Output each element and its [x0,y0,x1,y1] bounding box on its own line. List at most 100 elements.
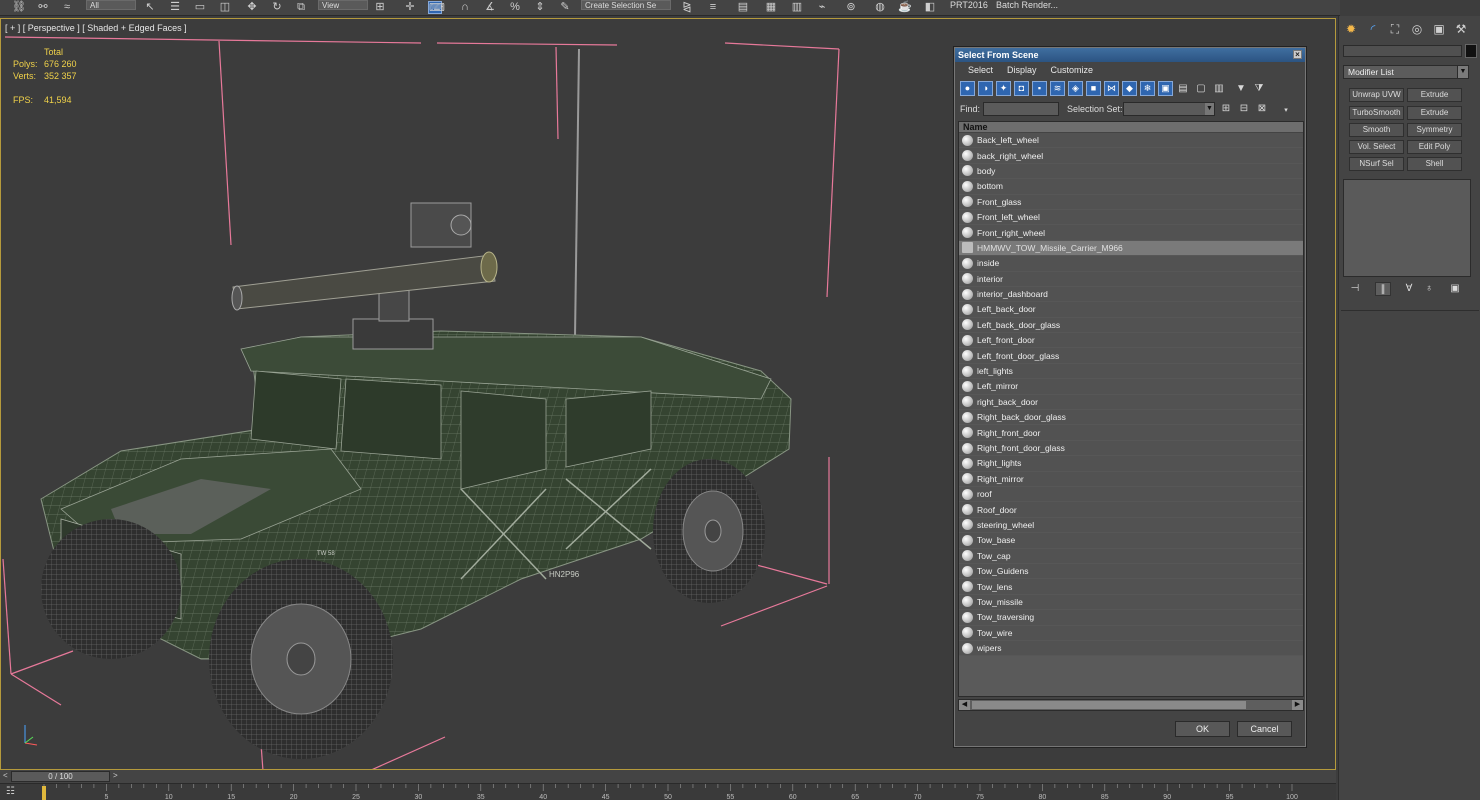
schematic-view-icon[interactable]: ⊚ [844,1,858,14]
material-editor-icon[interactable]: ◍ [873,1,887,14]
keyboard-shortcut-override-icon[interactable]: ⌨ [428,1,445,14]
list-item[interactable]: Tow_base [959,533,1303,549]
display-all-icon[interactable]: ▤ [1176,81,1190,96]
expand-options-icon[interactable]: ▾ [1279,103,1293,118]
window-crossing-icon[interactable]: ◫ [218,1,232,14]
modifier-vol-select-button[interactable]: Vol. Select [1349,140,1404,154]
list-item[interactable]: Left_back_door [959,302,1303,318]
list-item[interactable]: Tow_lens [959,579,1303,595]
list-item[interactable]: Front_right_wheel [959,225,1303,241]
display-hidden-icon[interactable]: ▣ [1158,81,1173,96]
menu-display[interactable]: Display [1007,62,1037,78]
selection-set-dropdown[interactable]: ▼ [1123,102,1215,116]
list-item[interactable]: Left_front_door_glass [959,348,1303,364]
display-shapes-icon[interactable]: ◑ [978,81,993,96]
bind-space-warp-icon[interactable]: ≈ [60,1,74,14]
next-frame-button[interactable]: > [113,771,118,780]
select-and-move-icon[interactable]: ✥ [245,1,259,14]
display-none-icon[interactable]: ▢ [1194,81,1208,96]
unlink-icon[interactable]: ⚯ [36,1,50,14]
display-frozen-icon[interactable]: ❄ [1140,81,1155,96]
list-item[interactable]: inside [959,256,1303,272]
filter-icon[interactable]: ▼ [1234,81,1248,96]
graphite-ribbon-icon[interactable]: ▥ [790,1,804,14]
time-slider[interactable]: 0 / 100 [11,771,110,782]
modifier-stack[interactable] [1343,179,1471,277]
list-item[interactable]: wipers [959,640,1303,657]
menu-customize[interactable]: Customize [1051,62,1094,78]
configure-modifier-sets-icon[interactable]: ▣ [1447,282,1463,296]
list-item[interactable]: Right_front_door_glass [959,440,1303,457]
cancel-button[interactable]: Cancel [1237,721,1292,737]
spinner-snap-icon[interactable]: ⇕ [533,1,547,14]
list-item[interactable]: Right_mirror [959,471,1303,487]
display-space-warps-icon[interactable]: ≋ [1050,81,1065,96]
filter-options-icon[interactable]: ⧩ [1252,81,1266,96]
object-color-swatch[interactable] [1465,44,1477,58]
create-tab-icon[interactable]: ✹ [1343,22,1359,36]
display-tab-icon[interactable]: ▣ [1431,22,1447,36]
list-item[interactable]: back_right_wheel [959,148,1303,164]
batch-render-button[interactable]: Batch Render... [996,0,1058,10]
list-item[interactable]: Left_back_door_glass [959,317,1303,334]
list-item[interactable]: Back_left_wheel [959,133,1303,149]
list-item[interactable]: Tow_Guidens [959,563,1303,580]
previous-frame-button[interactable]: < [3,771,8,780]
list-item[interactable]: roof [959,486,1303,503]
make-unique-icon[interactable]: ∀ [1401,282,1417,296]
scene-explorer-icon[interactable]: ▤ [736,1,750,14]
angle-snap-icon[interactable]: ∡ [483,1,497,14]
prt-label[interactable]: PRT2016 [950,0,988,10]
list-item[interactable]: Roof_door [959,502,1303,518]
list-item[interactable]: Tow_cap [959,548,1303,564]
motion-tab-icon[interactable]: ◎ [1409,22,1425,36]
pivot-point-icon[interactable]: ⊞ [373,1,387,14]
list-item[interactable]: Left_mirror [959,379,1303,395]
pin-stack-icon[interactable]: ⊣ [1347,282,1363,296]
modify-tab-icon[interactable]: ◜ [1365,22,1381,36]
modifier-turbosmooth-button[interactable]: TurboSmooth [1349,106,1404,120]
display-helpers-icon[interactable]: ▪ [1032,81,1047,96]
render-setup-icon[interactable]: ☕ [898,1,912,14]
display-xrefs-icon[interactable]: ■ [1086,81,1101,96]
menu-select[interactable]: Select [968,62,993,78]
select-and-scale-icon[interactable]: ⧉ [294,1,308,14]
list-item[interactable]: Right_back_door_glass [959,410,1303,426]
remove-modifier-icon[interactable]: ♁ [1421,282,1437,296]
list-item[interactable]: Front_left_wheel [959,209,1303,226]
select-object-icon[interactable]: ↖ [143,1,157,14]
named-selection-set-dropdown[interactable]: Create Selection Se [581,0,671,10]
edit-named-selection-icon[interactable]: ✎ [558,1,572,14]
list-item[interactable]: steering_wheel [959,517,1303,534]
scroll-left-icon[interactable]: ◀ [959,700,970,710]
display-geometry-icon[interactable]: ● [960,81,975,96]
link-icon[interactable]: ⛓ [12,1,26,14]
select-manipulate-icon[interactable]: ✛ [403,1,417,14]
dialog-title-bar[interactable]: Select From Scene × [955,48,1305,62]
rectangular-selection-icon[interactable]: ▭ [193,1,207,14]
track-bar[interactable]: ☷ 05101520253035404550556065707580859095… [0,783,1336,800]
chevron-down-icon[interactable]: ▼ [1205,103,1214,115]
list-item[interactable]: Right_front_door [959,425,1303,441]
display-cameras-icon[interactable]: ◘ [1014,81,1029,96]
list-item[interactable]: Left_front_door [959,333,1303,349]
scroll-right-icon[interactable]: ▶ [1292,700,1303,710]
show-end-result-icon[interactable]: ∥ [1375,282,1391,296]
list-item[interactable]: Tow_missile [959,594,1303,611]
horizontal-scrollbar[interactable]: ◀ ▶ [958,699,1304,711]
display-groups-icon[interactable]: ◈ [1068,81,1083,96]
viewport-label[interactable]: [ + ] [ Perspective ] [ Shaded + Edged F… [5,23,187,33]
render-frame-icon[interactable]: ◧ [923,1,937,14]
modifier-extrude-2-button[interactable]: Extrude [1407,106,1462,120]
modifier-list-dropdown[interactable]: Modifier List [1343,65,1469,79]
layer-explorer-icon[interactable]: ▦ [764,1,778,14]
list-item[interactable]: Front_glass [959,194,1303,210]
scrollbar-thumb[interactable] [972,701,1246,709]
find-input[interactable] [983,102,1059,116]
display-lights-icon[interactable]: ✦ [996,81,1011,96]
display-bones-icon[interactable]: ⋈ [1104,81,1119,96]
modifier-smooth-button[interactable]: Smooth [1349,123,1404,137]
list-item[interactable]: body [959,163,1303,180]
modifier-extrude-button[interactable]: Extrude [1407,88,1462,102]
hierarchy-tab-icon[interactable]: ⛶ [1387,22,1403,36]
